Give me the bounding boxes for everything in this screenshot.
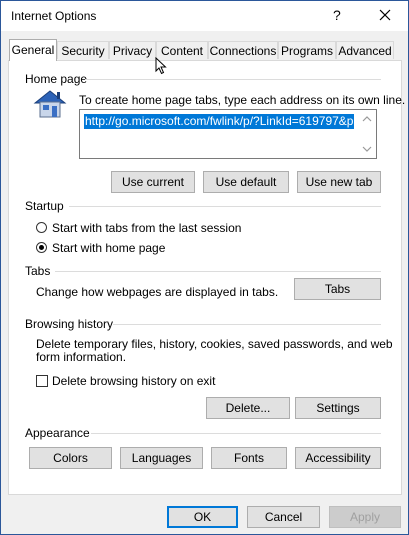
home-page-divider (85, 79, 381, 80)
internet-options-dialog: Internet Options ? General Security Priv… (0, 0, 409, 535)
use-current-button[interactable]: Use current (111, 171, 195, 193)
url-scrollbar[interactable] (360, 112, 374, 156)
accessibility-button[interactable]: Accessibility (295, 447, 381, 469)
tab-connections[interactable]: Connections (208, 41, 278, 59)
languages-button[interactable]: Languages (120, 447, 203, 469)
startup-home-page-radio[interactable] (36, 242, 47, 253)
scroll-up-icon (362, 116, 372, 122)
tabs-group-label: Tabs (25, 264, 51, 278)
delete-history-on-exit-checkbox[interactable] (36, 375, 48, 387)
close-icon (379, 9, 391, 21)
window-title: Internet Options (11, 9, 97, 23)
browsing-history-description-line1: Delete temporary files, history, cookies… (36, 337, 393, 351)
browsing-history-group-label: Browsing history (25, 317, 114, 331)
appearance-divider (91, 433, 381, 434)
home-page-icon (33, 90, 67, 118)
tab-programs[interactable]: Programs (278, 41, 336, 59)
appearance-group-label: Appearance (25, 426, 90, 440)
home-page-url-textarea[interactable]: http://go.microsoft.com/fwlink/p/?LinkId… (79, 109, 377, 159)
tabs-description: Change how webpages are displayed in tab… (36, 285, 279, 299)
browsing-history-divider (113, 324, 381, 325)
colors-button[interactable]: Colors (29, 447, 112, 469)
tab-privacy[interactable]: Privacy (109, 41, 156, 59)
startup-home-page-label[interactable]: Start with home page (52, 241, 165, 255)
startup-divider (69, 206, 381, 207)
use-new-tab-button[interactable]: Use new tab (297, 171, 381, 193)
delete-history-on-exit-label[interactable]: Delete browsing history on exit (52, 374, 215, 388)
scroll-down-icon (362, 146, 372, 152)
browsing-history-description-line2: form information. (36, 350, 127, 364)
help-button[interactable]: ? (333, 7, 341, 23)
home-page-instruction: To create home page tabs, type each addr… (79, 93, 406, 107)
mouse-pointer-icon (155, 57, 167, 75)
home-page-group-label: Home page (25, 72, 88, 86)
startup-tabs-last-session-radio[interactable] (36, 222, 47, 233)
startup-tabs-last-session-label[interactable]: Start with tabs from the last session (52, 221, 241, 235)
title-bar[interactable]: Internet Options ? (1, 1, 408, 31)
tabs-divider (55, 271, 381, 272)
home-page-url-value: http://go.microsoft.com/fwlink/p/?LinkId… (84, 114, 354, 129)
tabs-settings-button[interactable]: Tabs (294, 278, 381, 300)
use-default-button[interactable]: Use default (203, 171, 289, 193)
tab-security[interactable]: Security (57, 41, 109, 59)
cancel-button[interactable]: Cancel (247, 506, 320, 528)
history-settings-button[interactable]: Settings (295, 397, 381, 419)
fonts-button[interactable]: Fonts (211, 447, 287, 469)
tab-advanced[interactable]: Advanced (336, 41, 394, 59)
startup-group-label: Startup (25, 199, 64, 213)
tab-general[interactable]: General (9, 39, 57, 61)
close-button[interactable] (373, 5, 397, 27)
delete-history-button[interactable]: Delete... (206, 397, 290, 419)
ok-button[interactable]: OK (167, 506, 238, 528)
apply-button[interactable]: Apply (329, 506, 401, 528)
